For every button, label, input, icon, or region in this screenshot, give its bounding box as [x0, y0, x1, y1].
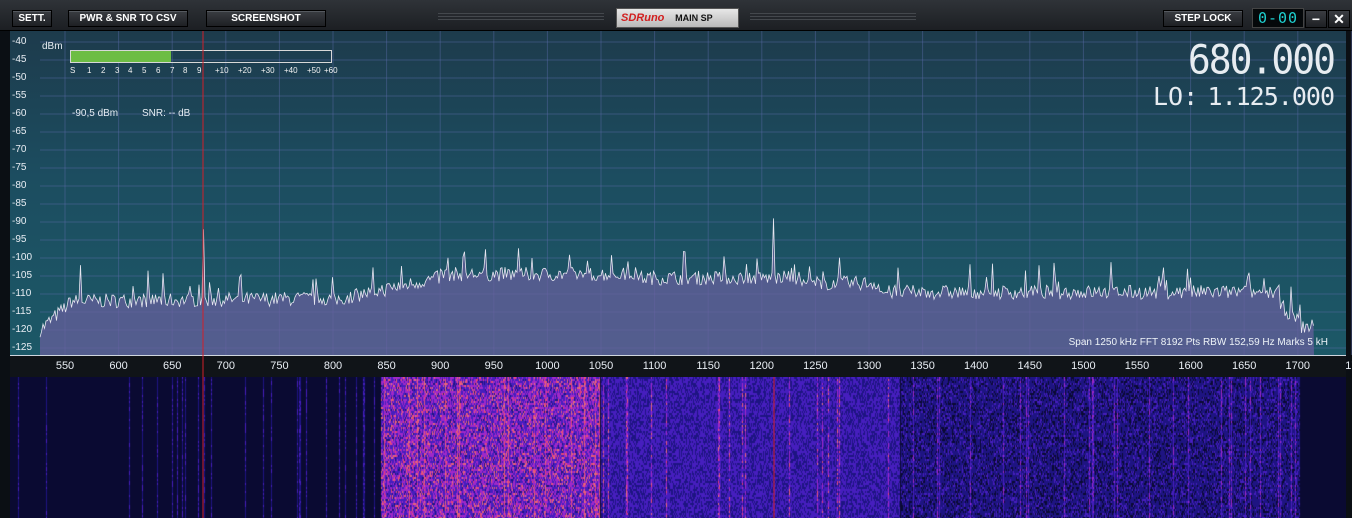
s-meter-scale-mark: 3 — [115, 66, 120, 75]
s-meter-scale-mark: +10 — [215, 66, 229, 75]
x-tick-label: 1100 — [642, 360, 667, 372]
lo-label: LO: — [1153, 82, 1199, 111]
waterfall-display[interactable] — [10, 377, 1346, 518]
y-tick-label: -55 — [12, 90, 27, 101]
x-tick-label: 700 — [216, 360, 235, 372]
s-meter-scale-mark: 5 — [142, 66, 147, 75]
x-tick-label: 900 — [431, 360, 450, 372]
dbm-unit-label: dBm — [42, 41, 63, 52]
x-tick-label: 600 — [109, 360, 128, 372]
power-readout: -90,5 dBm — [72, 108, 119, 119]
span-info: Span 1250 kHz FFT 8192 Pts RBW 152,59 Hz… — [1068, 337, 1328, 348]
s-meter-scale-mark: 6 — [156, 66, 161, 75]
y-tick-label: -85 — [12, 198, 27, 209]
x-tick-label: 550 — [55, 360, 75, 372]
x-tick-label: 650 — [163, 360, 182, 372]
y-tick-label: -110 — [12, 288, 32, 299]
y-tick-label: -95 — [12, 234, 27, 245]
x-tick-label: 800 — [323, 360, 343, 372]
x-tick-label: 1550 — [1124, 360, 1150, 372]
s-meter-scale-mark: 2 — [101, 66, 106, 75]
waterfall-canvas — [10, 377, 1346, 518]
x-tick-label: 1000 — [535, 360, 560, 372]
x-tick-label: 1500 — [1071, 360, 1096, 372]
y-tick-label: -75 — [12, 162, 27, 173]
s-meter-scale: S 1 2 3 4 5 6 7 8 9 +10 +20 +30 +40 +50 +60 — [70, 66, 338, 76]
y-tick-label: -115 — [12, 306, 32, 317]
snr-readout: SNR: -- dB — [142, 108, 191, 119]
y-tick-label: -100 — [12, 252, 33, 263]
x-tick-label: 1450 — [1017, 360, 1043, 372]
y-tick-label: -80 — [12, 180, 27, 191]
s-meter-scale-mark: +30 — [261, 66, 275, 75]
s-meter-fill — [71, 51, 172, 62]
x-tick-label: 17 — [1345, 360, 1352, 372]
s-meter-scale-mark: 4 — [128, 66, 133, 75]
y-tick-label: -90 — [12, 216, 27, 227]
x-tick-label: 1150 — [696, 360, 721, 372]
s-meter-scale-mark: S — [70, 66, 76, 75]
y-tick-label: -50 — [12, 72, 27, 83]
x-tick-label: 1650 — [1231, 360, 1257, 372]
y-tick-label: -60 — [12, 108, 27, 119]
s-meter-scale-mark: +50 — [307, 66, 321, 75]
lo-frequency[interactable]: 1.125.000 — [1208, 82, 1335, 111]
y-tick-label: -45 — [12, 54, 27, 65]
y-tick-label: -40 — [12, 36, 27, 47]
s-meter-scale-mark: 9 — [197, 66, 202, 75]
y-tick-label: -65 — [12, 126, 27, 137]
x-tick-label: 1050 — [588, 360, 614, 372]
x-tick-label: 1700 — [1285, 360, 1311, 372]
x-tick-label: 1300 — [856, 360, 882, 372]
x-tick-label: 1250 — [803, 360, 828, 372]
s-meter-scale-mark: 1 — [87, 66, 92, 75]
x-tick-label: 750 — [270, 360, 289, 372]
s-meter-scale-mark: +20 — [238, 66, 252, 75]
y-tick-label: -105 — [12, 270, 33, 281]
x-tick-label: 850 — [377, 360, 396, 372]
s-meter-scale-mark: +60 — [324, 66, 338, 75]
x-tick-label: 1400 — [963, 360, 989, 372]
x-tick-label: 1600 — [1178, 360, 1203, 372]
x-tick-label: 950 — [484, 360, 503, 372]
s-meter-scale-mark: +40 — [284, 66, 298, 75]
s-meter-scale-mark: 7 — [170, 66, 175, 75]
x-tick-label: 1350 — [910, 360, 935, 372]
x-tick-label: 1200 — [749, 360, 775, 372]
y-tick-label: -70 — [12, 144, 27, 155]
y-tick-label: -125 — [12, 342, 33, 353]
y-tick-label: -120 — [12, 324, 33, 335]
s-meter-scale-mark: 8 — [183, 66, 188, 75]
spectrum-fill — [40, 218, 1314, 355]
vfo-frequency[interactable]: 680.000 — [1188, 37, 1336, 83]
s-meter — [70, 50, 332, 63]
